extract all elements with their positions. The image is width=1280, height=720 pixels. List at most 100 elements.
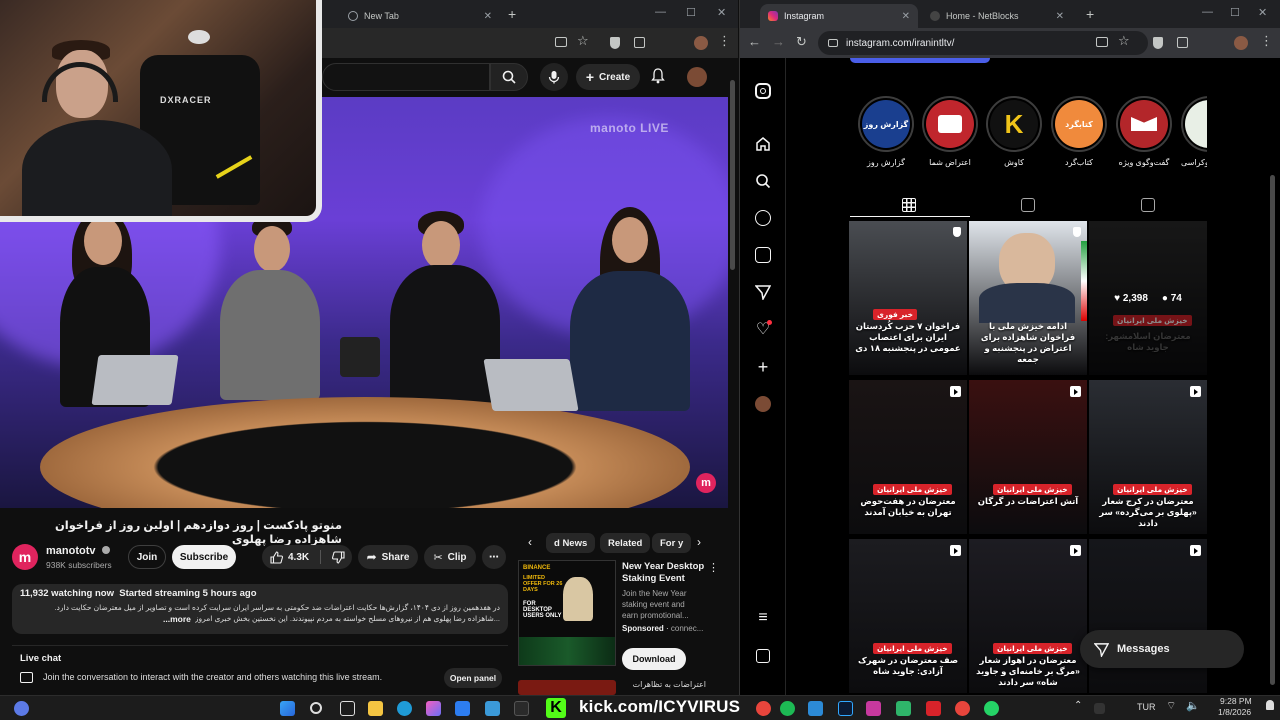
clock-date[interactable]: 1/8/2026 [1218,707,1251,717]
tab-new-tab[interactable]: New Tab ✕ [340,4,500,28]
chips-next-icon[interactable]: › [697,535,701,549]
post-tile[interactable]: خیزش ملی ایرانیان معترضان در کرج شعار «په… [1089,380,1207,534]
yt-account-avatar[interactable] [687,67,707,87]
copilot-icon[interactable] [426,701,441,716]
post-tile[interactable]: خیزش ملی ایرانیان معترضان اسلامشهر: جاوید… [1089,221,1207,375]
yt-search-field[interactable] [322,63,490,91]
photoshop-icon[interactable] [838,701,853,716]
ad-download-button[interactable]: Download [622,648,686,670]
post-tile[interactable]: ادامه خیزش ملی با فراخوان شاهزاده برای ا… [969,221,1087,375]
thumbs-down-icon[interactable] [332,550,345,564]
highlight-story[interactable]: گفت‌وگوی ویژه [1116,96,1172,167]
tab-instagram[interactable]: Instagram ✕ [760,4,918,28]
post-tile[interactable]: جاوید شاه [1089,539,1207,693]
notifications-bell-icon[interactable] [651,68,665,84]
highlight-story[interactable]: اعتراض شما [922,96,978,167]
notification-bell-icon[interactable] [1266,700,1274,710]
search-icon[interactable] [754,172,772,190]
more-actions-button[interactable]: ⋯ [482,545,506,569]
star-icon[interactable]: ☆ [1118,33,1130,49]
home-icon[interactable] [754,135,772,153]
chrome-icon[interactable] [955,701,970,716]
star-icon[interactable]: ☆ [577,33,589,49]
edge-icon[interactable] [397,701,412,716]
posts-grid-tab[interactable] [902,198,916,212]
more-link[interactable]: ...more [163,614,191,624]
tray-chevron-icon[interactable]: ⌃ [1074,700,1082,711]
post-tile[interactable]: خبر فوری فراخوان ۷ حزب کُردستان ایران برا… [849,221,967,375]
profile-avatar-icon[interactable] [694,36,708,50]
clock-time[interactable]: 9:28 PM [1220,696,1252,706]
instagram-logo-icon[interactable] [754,82,772,100]
close-tab-icon[interactable]: ✕ [484,11,492,22]
channel-name[interactable]: manototv [46,545,110,557]
channel-avatar[interactable]: m [12,544,38,570]
ad-menu-icon[interactable]: ⋮ [708,561,719,574]
messages-button[interactable]: Messages [1080,630,1244,668]
like-count[interactable]: 4.3K [288,552,309,563]
video-description[interactable]: 11,932 watching now Started streaming 5 … [12,584,508,634]
post-tile[interactable]: خیزش ملی ایرانیان صف معترضان در شهرک آزاد… [849,539,967,693]
tab-netblocks[interactable]: Home - NetBlocks ✕ [922,4,1072,28]
extensions-icon[interactable] [1177,37,1188,48]
extensions-icon[interactable] [634,37,645,48]
ad-title[interactable]: New Year Desktop Staking Event [622,561,706,585]
voice-search-button[interactable] [540,63,568,91]
app-icon[interactable] [896,701,911,716]
scrollbar[interactable] [730,80,735,270]
minimize-icon[interactable]: — [655,6,666,18]
highlight-story[interactable]: گزارش روز گزارش روز [858,96,914,167]
thumbs-up-icon[interactable] [270,550,283,564]
chip-for-you[interactable]: For y [652,533,692,553]
subscribe-button[interactable]: Subscribe [172,545,236,569]
scrollbar[interactable] [1270,175,1275,685]
create-button[interactable]: + Create [576,64,640,90]
next-video-title[interactable]: اعتراضات به تظاهرات [622,680,706,689]
start-menu-icon[interactable] [280,701,295,716]
search-button[interactable] [490,63,528,91]
site-info-icon[interactable] [828,39,838,47]
store-icon[interactable] [455,701,470,716]
chips-prev-icon[interactable]: ‹ [528,535,532,549]
reels-icon[interactable] [754,246,772,264]
post-tile[interactable]: خیزش ملی ایرانیان معترضان در اهواز شعار «… [969,539,1087,693]
close-window-icon[interactable]: ✕ [1258,6,1267,19]
install-icon[interactable] [1096,37,1108,47]
shield-icon[interactable] [610,37,620,49]
menu-dots-icon[interactable]: ⋮ [1260,33,1273,49]
new-tab-button[interactable]: + [1086,6,1094,22]
terminal-icon[interactable] [514,701,529,716]
explore-icon[interactable] [754,209,772,227]
also-from-meta-icon[interactable] [754,647,772,665]
back-icon[interactable]: ← [748,34,761,49]
highlight-story[interactable]: کتابگرد کتاب‌گرد [1051,96,1107,167]
volume-icon[interactable]: 🔈 [1186,699,1200,712]
wifi-icon[interactable]: ⌔ [1166,699,1176,713]
open-panel-button[interactable]: Open panel [444,668,502,688]
shield-icon[interactable] [1153,37,1163,49]
spotify-icon[interactable] [780,701,795,716]
maximize-icon[interactable]: ☐ [686,6,696,19]
menu-dots-icon[interactable]: ⋮ [718,33,731,49]
widgets-icon[interactable] [14,701,29,716]
profile-avatar-icon[interactable] [754,395,772,413]
app-icon[interactable] [926,701,941,716]
reload-icon[interactable]: ↻ [796,34,807,50]
clip-button[interactable]: ✂ Clip [424,545,476,569]
next-video-thumbnail[interactable] [518,680,616,695]
profile-avatar-icon[interactable] [1234,36,1248,50]
more-menu-icon[interactable]: ≡ [754,609,772,627]
task-view-icon[interactable] [340,701,355,716]
new-tab-button[interactable]: + [508,6,516,22]
highlight-story[interactable]: K کاوش [986,96,1042,167]
post-tile[interactable]: خیزش ملی ایرانیان معترضان در هفت‌حوض تهرا… [849,380,967,534]
maximize-icon[interactable]: ☐ [1230,6,1240,19]
highlight-story[interactable]: وکراسی [1181,96,1207,176]
close-window-icon[interactable]: ✕ [717,6,726,19]
keyboard-language[interactable]: TUR [1137,702,1156,712]
notifications-heart-icon[interactable]: ♡ [754,320,772,338]
tagged-tab[interactable] [1141,198,1155,212]
chip-news[interactable]: d News [546,533,596,553]
app-icon[interactable] [485,701,500,716]
minimize-icon[interactable]: — [1202,6,1213,18]
